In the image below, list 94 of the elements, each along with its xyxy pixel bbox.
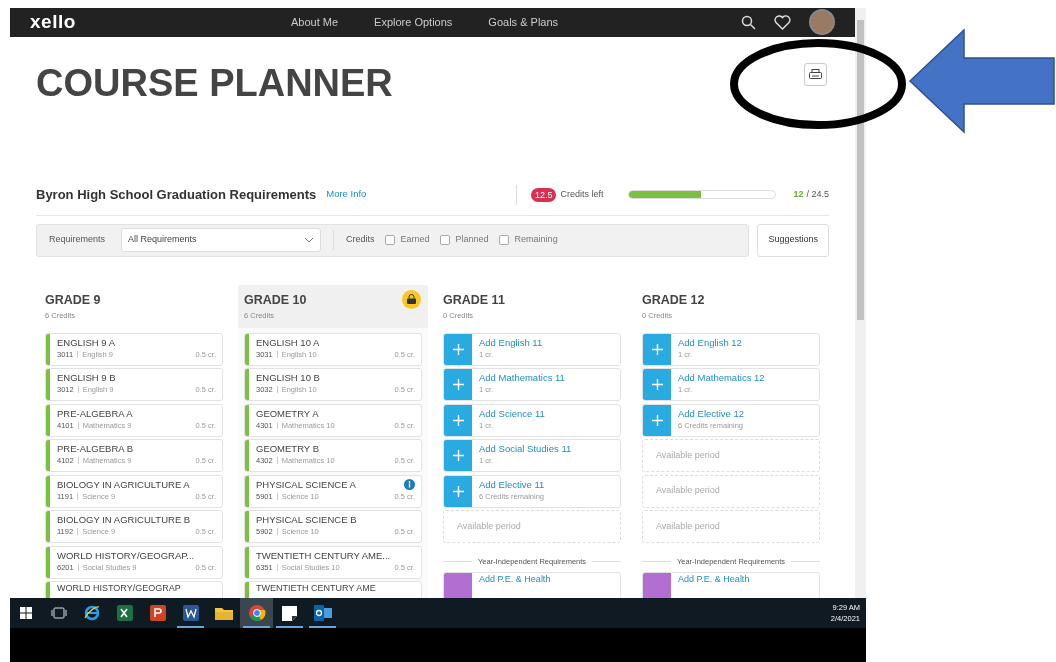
add-course-link[interactable]: Add Elective 11 xyxy=(479,478,545,491)
course-title: TWENTIETH CENTURY AME xyxy=(255,582,376,595)
more-info-link[interactable]: More Info xyxy=(326,187,367,202)
filter-label: Requirements xyxy=(49,233,106,247)
course-title: ENGLISH 10 A xyxy=(256,336,320,349)
course-title: GEOMETRY A xyxy=(256,407,319,420)
scrollbar[interactable] xyxy=(855,8,866,598)
credits-total: / 24.5 xyxy=(806,187,829,201)
heart-icon[interactable] xyxy=(774,14,791,30)
filter-checkbox[interactable] xyxy=(439,235,450,245)
grade-title: GRADE 11 xyxy=(443,291,505,308)
avatar[interactable] xyxy=(809,9,835,36)
credits-earned: 12 xyxy=(793,187,804,201)
course-title: BIOLOGY IN AGRICULTURE A xyxy=(57,478,190,491)
plus-icon xyxy=(452,450,464,461)
printer-icon xyxy=(809,68,822,80)
plus-icon xyxy=(452,343,464,355)
course-title: BIOLOGY IN AGRICULTURE B xyxy=(57,514,191,526)
filter-checkbox[interactable] xyxy=(384,235,395,245)
add-course-button[interactable] xyxy=(643,404,671,436)
document-icon xyxy=(182,605,199,621)
checkbox-label: Earned xyxy=(400,233,430,247)
course-title: PHYSICAL SCIENCE B xyxy=(256,514,357,526)
add-course-link[interactable]: Add P.E. & Health xyxy=(671,573,750,598)
grade-title: GRADE 9 xyxy=(45,291,101,308)
add-course-card[interactable]: Add P.E. & Health xyxy=(642,572,820,598)
add-course-button[interactable] xyxy=(444,475,472,507)
add-course-link[interactable]: Add English 12 xyxy=(678,336,742,349)
add-course-button[interactable] xyxy=(643,333,671,365)
course-title: PRE-ALGEBRA A xyxy=(57,407,133,420)
chevron-down-icon xyxy=(304,237,315,243)
print-button[interactable] xyxy=(804,62,827,86)
add-course-button[interactable] xyxy=(444,404,472,436)
checkbox-label: Remaining xyxy=(514,233,558,247)
course-title: WORLD HISTORY/GEOGRAP xyxy=(56,582,181,595)
available-period-slot: Available period xyxy=(642,439,820,472)
available-period-slot: Available period xyxy=(642,474,820,508)
add-course-link[interactable]: Add Mathematics 11 xyxy=(479,372,565,384)
course-title: ENGLISH 10 B xyxy=(256,372,320,384)
checkbox-label: Planned xyxy=(455,233,489,247)
course-card[interactable]: TWENTIETH CENTURY AME xyxy=(244,581,422,598)
available-period-slot: Available period xyxy=(642,510,820,543)
nav-link[interactable]: Explore Options xyxy=(374,14,453,31)
logo[interactable]: xello xyxy=(30,8,275,37)
note-icon xyxy=(282,605,297,621)
plus-icon xyxy=(452,379,464,390)
plus-icon xyxy=(651,379,663,390)
add-course-link[interactable]: Add English 11 xyxy=(479,336,543,349)
presentation-icon xyxy=(149,605,166,621)
course-title: PHYSICAL SCIENCE A xyxy=(256,478,356,491)
plus-icon xyxy=(651,414,663,426)
info-icon[interactable] xyxy=(404,478,415,490)
filter-checkbox[interactable] xyxy=(498,235,509,245)
page-title: COURSE PLANNER xyxy=(36,60,393,105)
requirements-dropdown[interactable]: All Requirements xyxy=(121,228,322,252)
course-card[interactable]: WORLD HISTORY/GEOGRAP xyxy=(45,581,223,598)
add-course-link[interactable]: Add Social Studies 11 xyxy=(479,443,572,455)
plus-icon xyxy=(651,343,663,355)
add-course-button[interactable] xyxy=(444,333,472,365)
course-title: PRE-ALGEBRA B xyxy=(57,443,134,455)
grade-title: GRADE 12 xyxy=(642,291,705,308)
suggestions-button[interactable]: Suggestions xyxy=(757,223,829,257)
lock-icon[interactable] xyxy=(402,289,421,309)
windows-icon xyxy=(20,607,32,619)
course-title: ENGLISH 9 A xyxy=(57,336,116,349)
add-course-link[interactable]: Add Elective 12 xyxy=(678,407,744,420)
nav-link[interactable]: Goals & Plans xyxy=(488,14,559,31)
add-course-link[interactable]: Add P.E. & Health xyxy=(472,573,551,598)
plus-icon xyxy=(452,485,464,497)
add-course-button[interactable] xyxy=(444,440,472,471)
course-title: TWENTIETH CENTURY AME... xyxy=(256,549,391,562)
plus-icon xyxy=(452,414,464,426)
add-course-button[interactable] xyxy=(444,369,472,400)
browser-icon xyxy=(82,604,101,622)
folder-icon xyxy=(214,606,233,620)
add-course-button[interactable] xyxy=(643,369,671,400)
round-browser-icon xyxy=(247,604,266,622)
requirements-title: Byron High School Graduation Requirements xyxy=(36,185,317,204)
credits-left-badge: 12.5 xyxy=(530,187,557,202)
search-icon[interactable] xyxy=(741,14,756,30)
task-view-icon xyxy=(50,607,67,619)
mail-icon xyxy=(313,605,332,621)
grade-title: GRADE 10 xyxy=(244,291,307,308)
available-period-slot: Available period xyxy=(443,510,621,543)
credits-left-label: Credits left xyxy=(560,187,604,201)
spreadsheet-icon xyxy=(116,605,133,621)
nav-link[interactable]: About Me xyxy=(291,14,339,31)
add-course-link[interactable]: Add Science 11 xyxy=(479,407,545,420)
course-title: GEOMETRY B xyxy=(256,443,319,455)
add-course-card[interactable]: Add P.E. & Health xyxy=(443,572,621,598)
course-title: WORLD HISTORY/GEOGRAP... xyxy=(57,549,195,562)
course-title: ENGLISH 9 B xyxy=(57,372,116,384)
add-course-link[interactable]: Add Mathematics 12 xyxy=(678,372,765,384)
filter-label: Credits xyxy=(346,233,375,247)
